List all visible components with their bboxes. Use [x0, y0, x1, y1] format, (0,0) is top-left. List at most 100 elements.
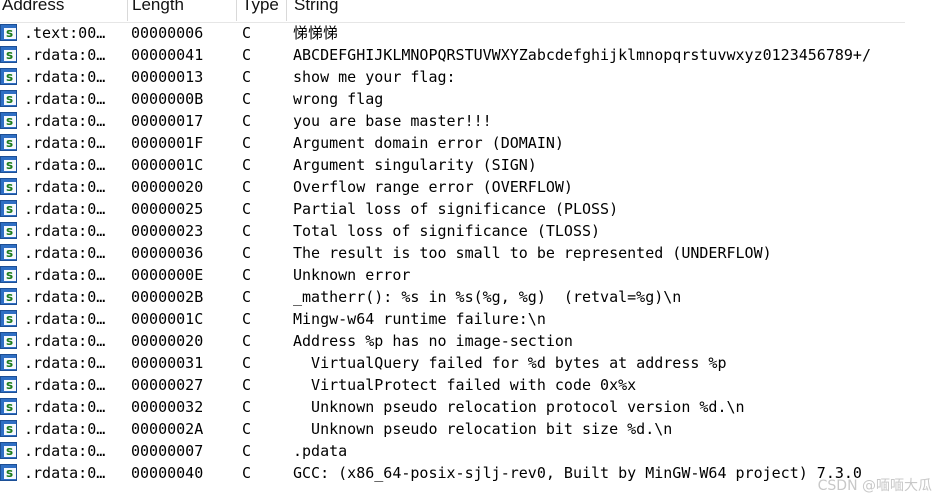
string-row[interactable]: s .rdata:0… 00000032 C Unknown pseudo reloc…	[0, 396, 938, 418]
row-address: .rdata:0…	[24, 178, 106, 196]
row-length: 0000001F	[131, 134, 204, 152]
string-literal-icon: s	[0, 156, 17, 173]
row-string: Unknown pseudo relocation bit size %d.\n	[293, 420, 673, 438]
string-literal-icon-glyph: s	[6, 92, 14, 106]
row-address: .rdata:0…	[24, 266, 106, 284]
string-literal-icon-glyph: s	[6, 334, 14, 348]
row-address: .rdata:0…	[24, 134, 106, 152]
string-row[interactable]: s .rdata:0… 00000013 Cshow me your flag:	[0, 66, 938, 88]
strings-list: s .text:00… 00000006 C 悌悌悌 s .rdata:0… 00000041…	[0, 22, 938, 484]
string-row[interactable]: s .rdata:0… 00000007 C .pdata	[0, 440, 938, 462]
string-literal-icon: s	[0, 442, 17, 459]
row-type: C	[242, 398, 252, 416]
string-literal-icon: s	[0, 376, 17, 393]
row-address: .rdata:0…	[24, 310, 106, 328]
row-string: Overflow range error (OVERFLOW)	[293, 178, 573, 196]
column-header-bar: Address Length Type String	[0, 0, 905, 23]
row-address: .text:00…	[24, 24, 106, 42]
row-string: _matherr(): %s in %s(%g, %g) (retval=%g)…	[293, 288, 682, 306]
string-row[interactable]: s .rdata:0… 00000020 C Overflow range error …	[0, 176, 938, 198]
string-literal-icon-glyph: s	[6, 422, 14, 436]
column-header-type[interactable]: Type	[240, 0, 287, 21]
row-string: .pdata	[293, 442, 348, 460]
string-literal-icon: s	[0, 420, 17, 437]
string-row[interactable]: s .rdata:0… 0000002B C _matherr(): %s in %s(…	[0, 286, 938, 308]
string-literal-icon: s	[0, 354, 17, 371]
string-row[interactable]: s .rdata:0… 00000027 C VirtualProtect faile…	[0, 374, 938, 396]
string-literal-icon: s	[0, 398, 17, 415]
string-literal-icon: s	[0, 244, 17, 261]
row-type: C	[242, 266, 252, 284]
row-length: 00000031	[131, 354, 204, 372]
row-type: C	[242, 288, 252, 306]
string-row[interactable]: s .rdata:0… 0000001C C Mingw-w64 runtime fai…	[0, 308, 938, 330]
row-length: 0000001C	[131, 156, 204, 174]
string-literal-icon: s	[0, 464, 17, 481]
column-header-length[interactable]: Length	[130, 0, 237, 21]
row-length: 00000041	[131, 46, 204, 64]
string-literal-icon-glyph: s	[6, 378, 14, 392]
row-length: 00000023	[131, 222, 204, 240]
string-row[interactable]: s .rdata:0… 0000001F C Argument domain error…	[0, 132, 938, 154]
string-literal-icon: s	[0, 90, 17, 107]
row-type: C	[242, 332, 252, 350]
row-length: 00000040	[131, 464, 204, 482]
string-row[interactable]: s .rdata:0… 00000041 C ABCDEFGHIJKLMNOPQRSTU…	[0, 44, 938, 66]
row-string: Total loss of significance (TLOSS)	[293, 222, 601, 240]
row-string: VirtualProtect failed with code 0x%x	[293, 376, 637, 394]
string-row[interactable]: s .rdata:0… 00000020 C Address %p has no ima…	[0, 330, 938, 352]
string-literal-icon-glyph: s	[6, 114, 14, 128]
string-row[interactable]: s .rdata:0… 0000002A C Unknown pseudo reloc…	[0, 418, 938, 440]
row-type: C	[242, 178, 252, 196]
row-length: 00000020	[131, 332, 204, 350]
string-row[interactable]: s .rdata:0… 0000000B Cwrong flag	[0, 88, 938, 110]
string-literal-icon: s	[0, 112, 17, 129]
row-address: .rdata:0…	[24, 420, 106, 438]
string-row[interactable]: s .rdata:0… 00000025 C Partial loss of signi…	[0, 198, 938, 220]
row-address: .rdata:0…	[24, 68, 106, 86]
string-literal-icon-glyph: s	[6, 400, 14, 414]
row-string: wrong flag	[293, 90, 384, 108]
row-string: Argument domain error (DOMAIN)	[293, 134, 564, 152]
row-address: .rdata:0…	[24, 376, 106, 394]
row-type: C	[242, 112, 252, 130]
string-literal-icon-glyph: s	[6, 224, 14, 238]
row-type: C	[242, 46, 252, 64]
string-literal-icon: s	[0, 178, 17, 195]
row-length: 00000017	[131, 112, 204, 130]
column-header-address[interactable]: Address	[0, 0, 128, 21]
string-row[interactable]: s .rdata:0… 00000040 C GCC: (x86_64-posix-sj…	[0, 462, 938, 484]
row-address: .rdata:0…	[24, 442, 106, 460]
string-row[interactable]: s .text:00… 00000006 C 悌悌悌	[0, 22, 938, 44]
row-type: C	[242, 222, 252, 240]
string-literal-icon: s	[0, 24, 17, 41]
row-address: .rdata:0…	[24, 112, 106, 130]
row-type: C	[242, 90, 252, 108]
string-row[interactable]: s .rdata:0… 00000017 Cyou are base master!!…	[0, 110, 938, 132]
string-literal-icon-glyph: s	[6, 312, 14, 326]
row-address: .rdata:0…	[24, 332, 106, 350]
row-type: C	[242, 442, 252, 460]
row-type: C	[242, 376, 252, 394]
string-row[interactable]: s .rdata:0… 00000031 C VirtualQuery failed …	[0, 352, 938, 374]
string-row[interactable]: s .rdata:0… 0000000E C Unknown error	[0, 264, 938, 286]
row-length: 00000027	[131, 376, 204, 394]
row-address: .rdata:0…	[24, 156, 106, 174]
row-type: C	[242, 68, 252, 86]
string-literal-icon-glyph: s	[6, 202, 14, 216]
row-address: .rdata:0…	[24, 46, 106, 64]
string-literal-icon-glyph: s	[6, 26, 14, 40]
row-length: 0000002B	[131, 288, 204, 306]
column-header-string[interactable]: String	[292, 0, 906, 21]
string-literal-icon: s	[0, 134, 17, 151]
row-length: 00000032	[131, 398, 204, 416]
string-row[interactable]: s .rdata:0… 00000036 C The result is too sma…	[0, 242, 938, 264]
string-literal-icon: s	[0, 46, 17, 63]
row-length: 00000036	[131, 244, 204, 262]
string-literal-icon: s	[0, 222, 17, 239]
row-type: C	[242, 156, 252, 174]
string-literal-icon-glyph: s	[6, 466, 14, 480]
string-row[interactable]: s .rdata:0… 00000023 C Total loss of signifi…	[0, 220, 938, 242]
row-address: .rdata:0…	[24, 288, 106, 306]
string-row[interactable]: s .rdata:0… 0000001C C Argument singularity …	[0, 154, 938, 176]
